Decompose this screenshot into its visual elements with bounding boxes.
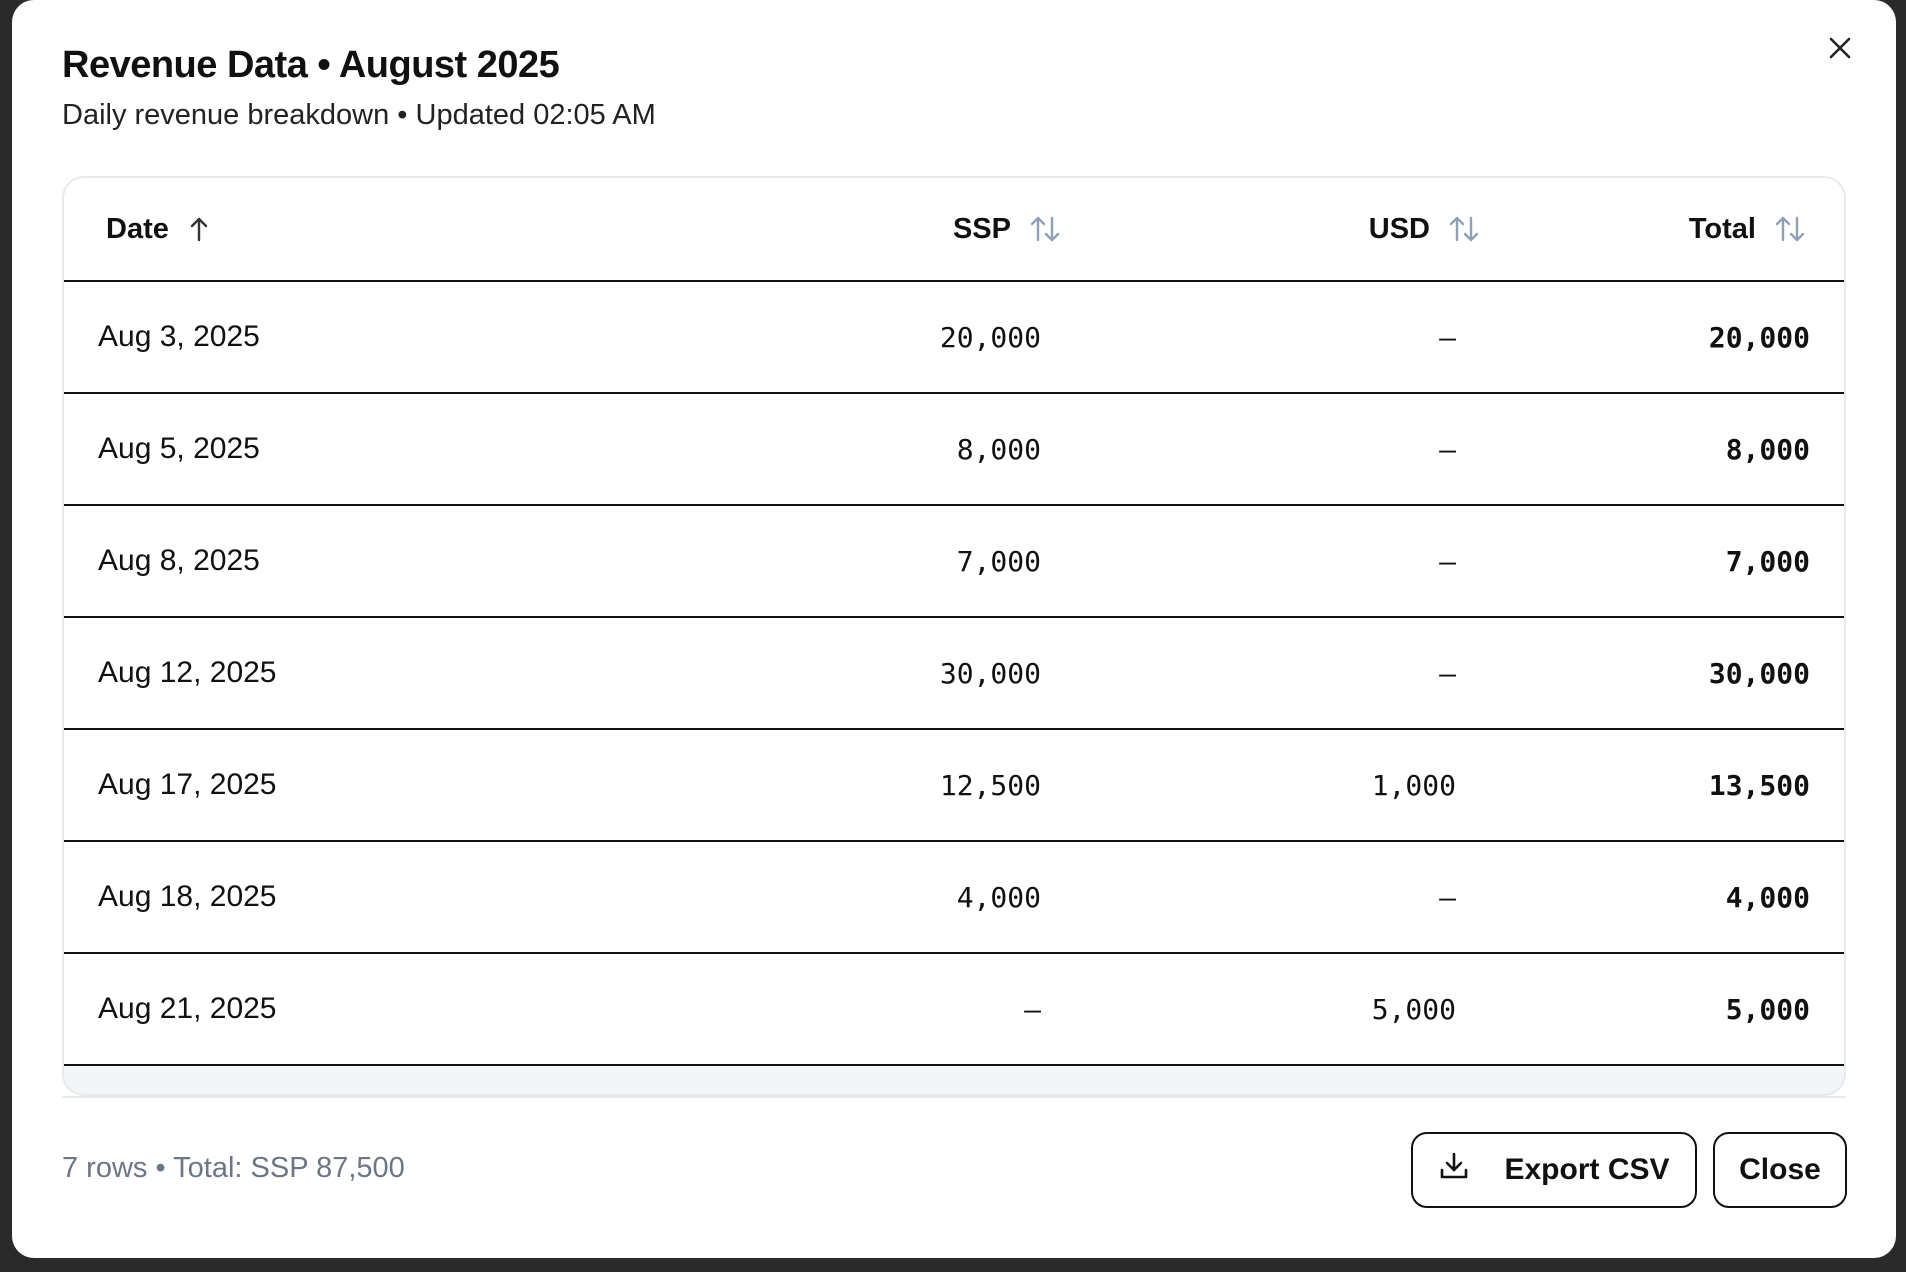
footer-summary: 7 rows • Total: SSP 87,500 xyxy=(62,1152,405,1184)
column-header-date[interactable]: Date xyxy=(64,178,666,282)
column-header-label: SSP xyxy=(952,212,1011,245)
cell-usd: — xyxy=(1041,505,1456,618)
table-header-row: Date SSP USD Total xyxy=(64,178,1844,282)
cell-total: 30,000 xyxy=(1456,617,1844,730)
cell-ssp: — xyxy=(666,953,1041,1066)
dialog-subtitle: Daily revenue breakdown • Updated 02:05 … xyxy=(62,99,656,131)
close-button[interactable]: Close xyxy=(1713,1132,1847,1208)
cell-total: 5,000 xyxy=(1456,953,1844,1066)
cell-total: 13,500 xyxy=(1456,729,1844,842)
footer-divider xyxy=(62,1096,1846,1098)
cell-ssp: 30,000 xyxy=(666,617,1041,730)
cell-ssp: 12,500 xyxy=(666,729,1041,842)
revenue-table: Date SSP USD Total Aug 3, 2025 20,000 — … xyxy=(64,178,1844,1066)
sort-icon xyxy=(1774,214,1806,244)
column-header-ssp[interactable]: SSP xyxy=(666,178,1060,282)
cell-total: 4,000 xyxy=(1456,841,1844,954)
cell-date: Aug 3, 2025 xyxy=(64,281,666,394)
cell-date: Aug 12, 2025 xyxy=(64,617,666,730)
column-header-total[interactable]: Total xyxy=(1456,178,1844,282)
column-header-label: USD xyxy=(1368,212,1430,245)
revenue-data-dialog: Revenue Data • August 2025 Daily revenue… xyxy=(12,0,1896,1258)
table-row: Aug 21, 2025 — 5,000 5,000 xyxy=(64,953,1844,1066)
column-header-usd[interactable]: USD xyxy=(1041,178,1479,282)
cell-usd: 1,000 xyxy=(1041,729,1456,842)
cell-ssp: 4,000 xyxy=(666,841,1041,954)
arrow-up-icon xyxy=(187,215,211,243)
cell-date: Aug 18, 2025 xyxy=(64,841,666,954)
table-row: Aug 8, 2025 7,000 — 7,000 xyxy=(64,505,1844,618)
column-header-label: Total xyxy=(1688,212,1756,245)
cell-date: Aug 8, 2025 xyxy=(64,505,666,618)
cell-usd: — xyxy=(1041,393,1456,506)
close-label: Close xyxy=(1739,1153,1821,1186)
cell-ssp: 8,000 xyxy=(666,393,1041,506)
cell-total: 7,000 xyxy=(1456,505,1844,618)
cell-total: 8,000 xyxy=(1456,393,1844,506)
column-header-label: Date xyxy=(106,212,169,245)
table-row: Aug 3, 2025 20,000 — 20,000 xyxy=(64,281,1844,394)
sort-icon xyxy=(1448,214,1480,244)
dialog-title: Revenue Data • August 2025 xyxy=(62,44,560,86)
table-row: Aug 18, 2025 4,000 — 4,000 xyxy=(64,841,1844,954)
cell-usd: — xyxy=(1041,281,1456,394)
cell-total: 20,000 xyxy=(1456,281,1844,394)
export-csv-button[interactable]: Export CSV xyxy=(1411,1132,1697,1208)
table-row: Aug 5, 2025 8,000 — 8,000 xyxy=(64,393,1844,506)
table-row: Aug 17, 2025 12,500 1,000 13,500 xyxy=(64,729,1844,842)
table-row: Aug 12, 2025 30,000 — 30,000 xyxy=(64,617,1844,730)
cell-ssp: 20,000 xyxy=(666,281,1041,394)
cell-date: Aug 17, 2025 xyxy=(64,729,666,842)
cell-usd: — xyxy=(1041,841,1456,954)
cell-ssp: 7,000 xyxy=(666,505,1041,618)
cell-usd: — xyxy=(1041,617,1456,730)
close-dialog-button[interactable] xyxy=(1820,30,1860,70)
revenue-table-container[interactable]: Date SSP USD Total Aug 3, 2025 20,000 — … xyxy=(62,176,1846,1096)
cell-usd: 5,000 xyxy=(1041,953,1456,1066)
export-csv-label: Export CSV xyxy=(1504,1153,1670,1186)
dialog-header: Revenue Data • August 2025 Daily revenue… xyxy=(62,44,656,132)
download-icon xyxy=(1438,1150,1470,1190)
close-icon xyxy=(1827,35,1853,66)
cell-date: Aug 5, 2025 xyxy=(64,393,666,506)
sort-icon xyxy=(1029,214,1061,244)
cell-date: Aug 21, 2025 xyxy=(64,953,666,1066)
